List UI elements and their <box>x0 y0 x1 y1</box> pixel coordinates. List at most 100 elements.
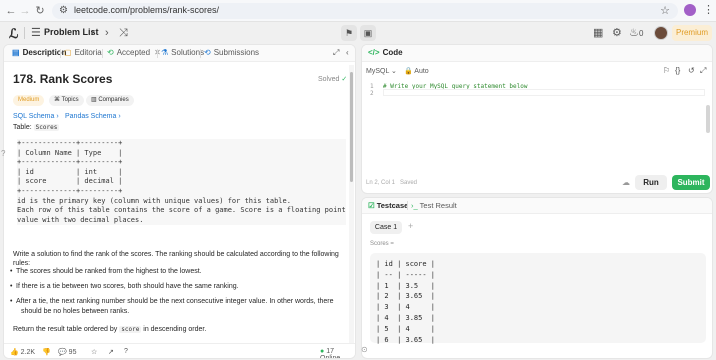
tab-accepted-label: Accepted <box>116 48 151 57</box>
comment-icon: 💬 <box>58 349 67 356</box>
check-circle-icon: ✓ <box>341 76 348 83</box>
testcase-input[interactable]: | id | score | | -- | ----- | | 1 | 3.5 … <box>370 253 706 344</box>
online-label: 17 Online <box>320 348 341 359</box>
solved-label: Solved <box>318 76 340 83</box>
debug-icon[interactable]: ⚑ <box>341 25 357 41</box>
return-code: score <box>119 326 142 333</box>
add-case-icon[interactable]: + <box>408 221 413 231</box>
collapse-panel-icon[interactable]: ‹ <box>346 48 349 57</box>
user-avatar[interactable] <box>654 26 668 40</box>
bookmark-star-icon[interactable]: ☆ <box>660 4 670 17</box>
thumbs-up-icon: 👍 <box>10 349 19 356</box>
language-select[interactable]: MySQL ⌄ <box>366 67 397 75</box>
description-footer: 👍 2.2K 👎 💬 95 ☆ ↗ ? ● 17 Online <box>4 343 355 359</box>
layout-icon[interactable]: ▦ <box>593 26 603 40</box>
auto-mode-toggle[interactable]: 🔒 Auto <box>404 67 429 75</box>
profile-avatar[interactable] <box>684 4 696 16</box>
return-text: Return the result table ordered by score… <box>13 325 206 334</box>
case-1-tab[interactable]: Case 1 <box>370 221 402 234</box>
leetcode-topbar: ℒ ☰ Problem List ‹ › ⤨ ⚑ ▣ ▦ ⚙ ♨ 0 Premi… <box>0 22 716 44</box>
sql-schema-link[interactable]: SQL Schema › <box>13 113 59 120</box>
like-button[interactable]: 👍 2.2K <box>10 348 35 356</box>
code-label: Code <box>382 48 403 57</box>
tab-description[interactable]: ▤ Description <box>12 48 67 57</box>
format-code-icon[interactable]: {} <box>675 66 680 75</box>
divider <box>200 49 201 58</box>
saved-status: Saved <box>400 180 418 186</box>
notification-count: 0 <box>639 29 644 38</box>
share-icon[interactable]: ↗ <box>108 348 114 356</box>
favorite-star-icon[interactable]: ☆ <box>91 348 97 356</box>
tag-icon: ⌘ <box>54 97 60 103</box>
testcase-header: ☑ Testcase ›_ Test Result <box>362 198 712 214</box>
tab-accepted[interactable]: ⟲Accepted✕ <box>107 48 161 57</box>
fullscreen-icon[interactable]: ⤢ <box>700 66 706 76</box>
companies-label: Companies <box>98 97 129 103</box>
dislike-icon[interactable]: 👎 <box>42 348 51 356</box>
description-tabs: ▤Description ▢Editorial ⟲Accepted✕ ⚗Solu… <box>4 45 355 62</box>
back-arrow-icon[interactable]: ← <box>4 4 18 18</box>
pandas-schema-label: Pandas Schema <box>65 113 117 120</box>
instruction-text: Write a solution to find the rank of the… <box>13 251 339 267</box>
notes-icon[interactable]: ▣ <box>360 25 376 41</box>
companies-chip[interactable]: ▥ Companies <box>86 95 134 106</box>
comment-count: 95 <box>68 349 77 356</box>
tab-editorial[interactable]: ▢ Editorial <box>64 48 103 57</box>
solved-status: Solved ✓ <box>318 75 347 83</box>
maximize-icon[interactable]: ⤢ <box>333 48 339 58</box>
browser-menu-icon[interactable]: ⋮ <box>703 3 714 16</box>
help-icon[interactable]: ? <box>1 149 5 158</box>
tab-solutions[interactable]: ⚗ Solutions <box>161 48 204 57</box>
table-name-line: Table: Scores <box>13 124 60 131</box>
topics-chip[interactable]: ⌘ Topics <box>49 95 84 106</box>
submit-button[interactable]: Submit <box>672 175 710 190</box>
shuffle-icon[interactable]: ⤨ <box>119 26 128 40</box>
sql-schema-label: SQL Schema <box>13 113 55 120</box>
editor-scrollbar[interactable] <box>706 105 710 133</box>
chevron-right-icon: › <box>118 113 121 120</box>
tab-test-result[interactable]: ›_ Test Result <box>411 201 457 210</box>
topics-label: Topics <box>61 97 79 103</box>
prev-problem-icon[interactable]: ‹ <box>91 26 95 40</box>
site-info-icon[interactable]: ⚙ <box>59 5 68 16</box>
tab-submissions[interactable]: ⟲ Submissions <box>204 48 259 57</box>
next-problem-icon[interactable]: › <box>105 26 109 40</box>
help-circle-icon[interactable]: ⊙ <box>361 345 368 354</box>
run-button[interactable]: Run <box>635 175 667 190</box>
description-scrollbar-thumb[interactable] <box>350 72 353 182</box>
code-tab[interactable]: </> Code <box>368 48 403 57</box>
reset-code-icon[interactable]: ↺ <box>688 66 695 75</box>
browser-toolbar: ← → ↻ ⚙ leetcode.com/problems/rank-score… <box>0 0 716 22</box>
like-count: 2.2K <box>20 349 36 356</box>
current-line-highlight[interactable] <box>383 89 705 96</box>
tab-testcase[interactable]: ☑ Testcase <box>368 201 408 210</box>
lock-icon: 🔒 <box>404 68 413 75</box>
return-suffix: in descending order. <box>143 326 207 333</box>
premium-button[interactable]: Premium <box>672 25 712 41</box>
divider <box>60 49 61 58</box>
description-icon: ▤ <box>12 48 20 57</box>
terminal-icon: ›_ <box>411 201 418 210</box>
checkbox-icon: ☑ <box>368 201 375 210</box>
reload-icon[interactable]: ↻ <box>33 4 47 18</box>
bookmark-icon[interactable]: ⚐ <box>663 66 670 75</box>
notification-bell-icon[interactable]: ♨ <box>629 26 639 40</box>
forward-arrow-icon[interactable]: → <box>18 4 32 18</box>
address-bar[interactable]: ⚙ leetcode.com/problems/rank-scores/ ☆ <box>52 3 678 19</box>
problem-list-icon[interactable]: ☰ <box>31 26 41 39</box>
leetcode-logo-icon[interactable]: ℒ <box>9 26 18 42</box>
tab-testcase-label: Testcase <box>376 201 409 210</box>
cloud-icon[interactable]: ☁ <box>622 178 630 187</box>
pandas-schema-link[interactable]: Pandas Schema › <box>65 113 121 120</box>
difficulty-badge[interactable]: Medium <box>13 95 45 106</box>
line-number: 2 <box>370 90 374 97</box>
settings-gear-icon[interactable]: ⚙ <box>612 26 622 40</box>
editorial-icon: ▢ <box>64 48 72 57</box>
divider <box>407 201 408 210</box>
help-icon[interactable]: ? <box>124 348 128 355</box>
divider <box>102 49 103 58</box>
solutions-icon: ⚗ <box>161 48 169 57</box>
comments-button[interactable]: 💬 95 <box>58 348 76 356</box>
testcase-input-text: | id | score | | -- | ----- | | 1 | 3.5 … <box>376 260 436 344</box>
input-label: Scores = <box>370 241 394 247</box>
